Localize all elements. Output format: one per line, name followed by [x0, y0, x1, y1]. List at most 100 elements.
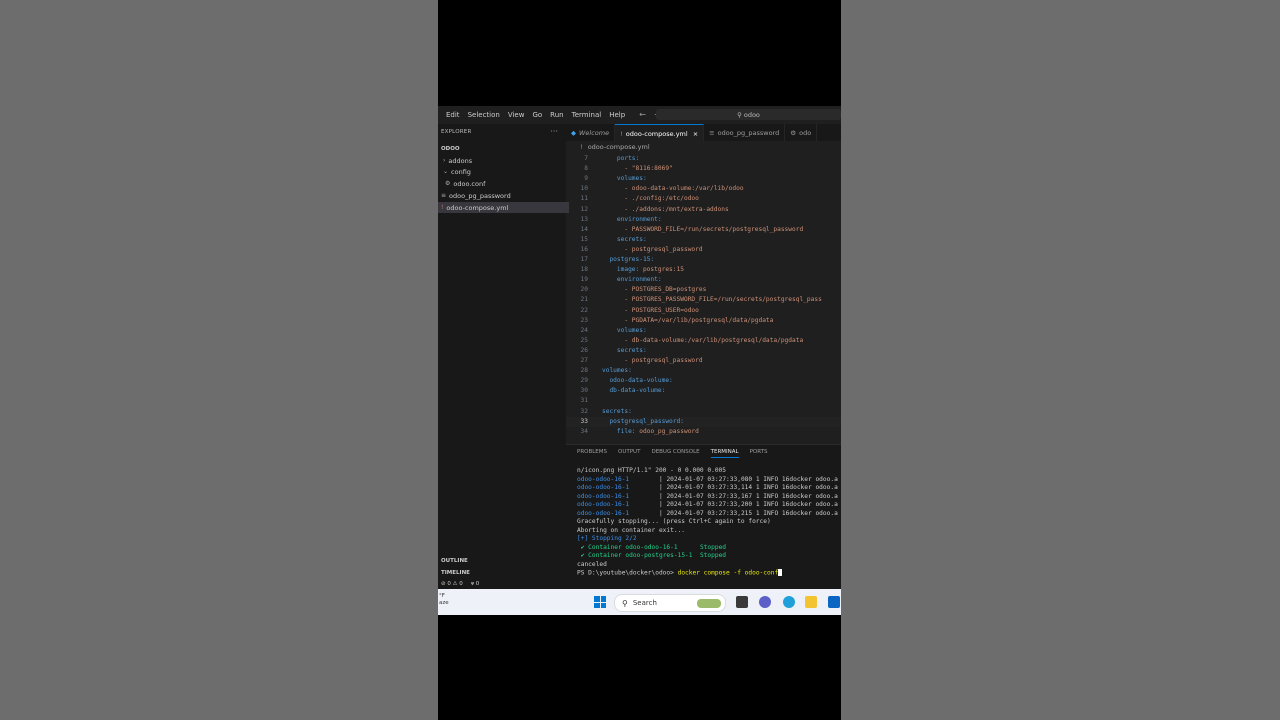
ports-status[interactable]: ᴪ 0 [471, 581, 480, 587]
panel-tab-problems[interactable]: PROBLEMS [577, 449, 607, 458]
timeline-section[interactable]: TIMELINE [441, 570, 470, 576]
code-value: - db-data-volume:/var/lib/postgresql/dat… [624, 336, 804, 344]
search-icon: ⚲ [737, 110, 742, 119]
title-bar: EditSelectionViewGoRunTerminalHelp ← → ⚲… [438, 106, 841, 123]
code-text: environment: [602, 275, 662, 285]
command-center[interactable]: ⚲ odoo [656, 109, 841, 120]
panel-tab-output[interactable]: OUTPUT [618, 449, 640, 458]
code-key: volumes: [602, 367, 632, 375]
code-line: 10 - odoo-data-volume:/var/lib/odoo [566, 184, 841, 194]
code-line: 17 postgres-15: [566, 255, 841, 265]
tree-item-odoo-pg-password[interactable]: ≡ odoo_pg_password [438, 190, 569, 201]
store-icon[interactable] [828, 596, 840, 608]
panel-tab-ports[interactable]: PORTS [750, 449, 768, 458]
tree-item-addons[interactable]: › addons [438, 155, 571, 166]
code-key: postgres-15: [609, 256, 655, 263]
outline-section[interactable]: OUTLINE [441, 558, 468, 564]
command-center-text: odoo [743, 110, 760, 119]
tab-label: odoo-compose.yml [625, 129, 688, 138]
line-number: 26 [580, 346, 588, 354]
code-value: - POSTGRES_USER=odoo [624, 306, 699, 314]
problems-status[interactable]: ⊘ 0 ⚠ 0 [441, 581, 463, 587]
code-line: 33 postgresql_password: [566, 416, 841, 427]
tab-odoo-pg-password[interactable]: ≡ odoo_pg_password [704, 124, 786, 141]
tree-item-odoo-compose[interactable]: ! odoo-compose.yml [438, 202, 569, 213]
code-text: - postgresql_password [602, 356, 702, 366]
tree-item-label: odoo_pg_password [449, 191, 511, 200]
code-key: volumes: [616, 326, 647, 334]
tab-odoo-compose[interactable]: ! odoo-compose.yml × [615, 124, 705, 142]
menu-item-help[interactable]: Help [609, 111, 625, 119]
code-line: 20 - POSTGRES_DB=postgres [566, 285, 841, 295]
more-actions-icon[interactable]: ··· [550, 127, 558, 136]
panel-tab-debug-console[interactable]: DEBUG CONSOLE [651, 449, 699, 458]
tree-item-label: odoo.conf [453, 179, 486, 188]
left-blur-background [0, 0, 438, 720]
tab-welcome[interactable]: ◆ Welcome [566, 124, 616, 141]
chevron-down-icon: ⌄ [443, 168, 449, 175]
status-bar: ⊘ 0 ⚠ 0 ᴪ 0 [438, 578, 841, 589]
workspace-folder[interactable]: ODOO [438, 143, 569, 154]
line-number: 34 [580, 427, 588, 435]
terminal-prompt: PS D:\youtube\docker\odoo> [577, 569, 678, 577]
code-text: - POSTGRES_USER=odoo [602, 306, 699, 316]
code-line: 30 db-data-volume: [566, 386, 841, 396]
tab-label: Welcome [579, 128, 610, 137]
panel-tab-terminal[interactable]: TERMINAL [710, 449, 739, 458]
terminal-log-line: odoo-odoo-16-1 | 2024-01-07 03:27:33,200 … [577, 501, 841, 510]
tab-odoo-conf[interactable]: ⚙ odo [785, 124, 818, 141]
code-text: - ./config:/etc/odoo [602, 194, 699, 204]
explorer-sidebar: EXPLORER ··· ODOO › addons ⌄ config ⚙ od… [438, 124, 569, 590]
code-key: image: [616, 266, 643, 274]
line-number: 16 [580, 245, 588, 253]
menu-item-terminal[interactable]: Terminal [572, 111, 602, 119]
code-text: db-data-volume: [602, 386, 665, 396]
terminal[interactable]: n/icon.png HTTP/1.1" 200 - 0 0.000 0.005… [577, 467, 841, 578]
breadcrumb[interactable]: ! odoo-compose.yml [580, 143, 650, 151]
code-text: volumes: [602, 326, 647, 336]
log-message: | 2024-01-07 03:27:33,167 1 INFO 16docke… [659, 492, 838, 500]
code-text: volumes: [602, 174, 647, 184]
close-icon[interactable]: × [693, 130, 698, 138]
line-number: 9 [584, 175, 588, 183]
menu-item-selection[interactable]: Selection [468, 111, 500, 119]
log-message: | 2024-01-07 03:27:33,200 1 INFO 16docke… [659, 501, 838, 508]
taskbar-search[interactable]: ⚲ Search [614, 594, 726, 612]
code-text: secrets: [602, 235, 647, 245]
search-icon: ⚲ [622, 598, 628, 608]
code-line: 9 volumes: [566, 174, 841, 184]
menu-item-view[interactable]: View [508, 111, 525, 119]
tree-item-odoo-conf[interactable]: ⚙ odoo.conf [438, 178, 573, 189]
menu-item-edit[interactable]: Edit [446, 111, 460, 119]
windows-start-icon[interactable] [594, 596, 606, 608]
code-text: - odoo-data-volume:/var/lib/odoo [602, 184, 743, 194]
teams-icon[interactable] [759, 596, 771, 608]
tree-item-config[interactable]: ⌄ config [438, 166, 571, 177]
file-explorer-icon[interactable] [805, 596, 817, 608]
terminal-line: canceled [577, 560, 607, 568]
line-number: 25 [580, 336, 588, 344]
line-number: 15 [580, 235, 588, 243]
line-number: 18 [580, 266, 588, 274]
weather-widget[interactable]: °F aze [439, 593, 449, 607]
container-status: Stopped [699, 543, 727, 551]
menu-item-go[interactable]: Go [532, 111, 542, 119]
edge-icon[interactable] [783, 596, 795, 608]
video-frame: EditSelectionViewGoRunTerminalHelp ← → ⚲… [438, 0, 841, 720]
chevron-right-icon: › [443, 157, 446, 164]
task-view-icon[interactable] [736, 596, 748, 608]
code-editor[interactable]: 7 ports: 8 - "8116:8069" 9 volumes: 10 - od… [566, 154, 841, 444]
arrow-left-icon[interactable]: ← [639, 110, 646, 119]
container-status: Stopped [699, 552, 727, 559]
line-number: 21 [580, 296, 588, 304]
code-text: - PASSWORD_FILE=/run/secrets/postgresql_… [602, 225, 803, 235]
menu-item-run[interactable]: Run [550, 111, 563, 119]
code-line: 32 secrets: [566, 407, 841, 417]
